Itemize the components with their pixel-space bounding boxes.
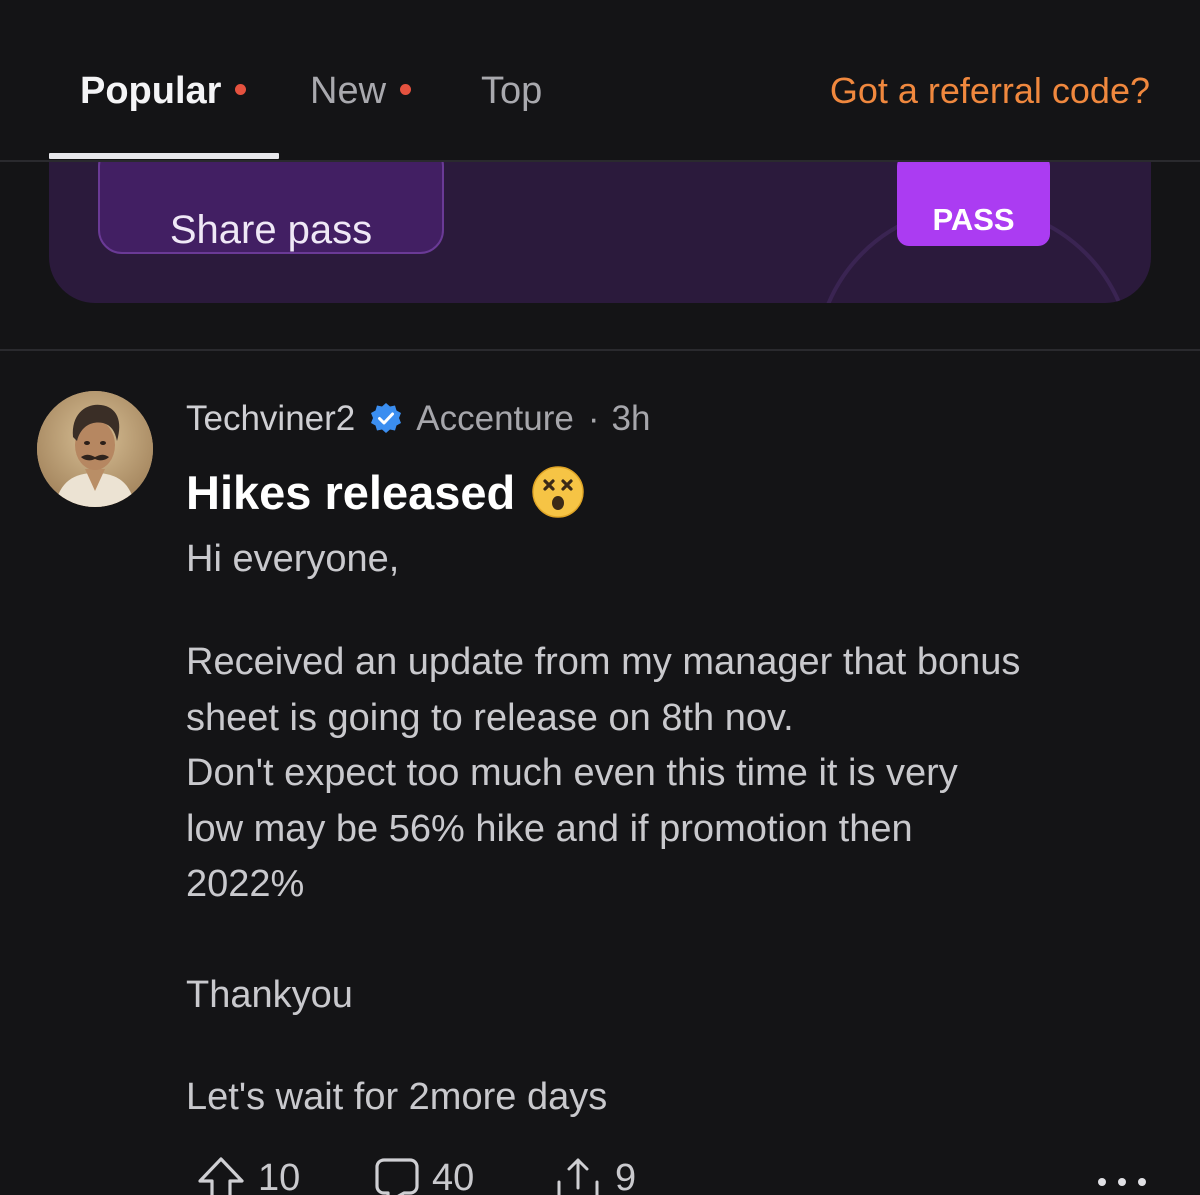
post-title-text: Hikes released <box>186 465 516 519</box>
comment-bubble-icon <box>375 1158 419 1195</box>
post-body-closing: Let's wait for 2more days <box>186 1076 608 1118</box>
feed-tabs: Popular New Top Got a referral code? <box>0 0 1200 162</box>
section-divider <box>0 349 1200 351</box>
company-name[interactable]: Accenture <box>416 399 574 439</box>
dizzy-face-emoji-icon <box>532 466 584 518</box>
post-body-main: Received an update from my manager that … <box>186 641 1021 905</box>
avatar[interactable] <box>37 391 153 507</box>
share-pass-label: Share pass <box>169 207 373 252</box>
verified-badge-icon <box>371 403 402 433</box>
author-name[interactable]: Techviner2 <box>186 399 355 439</box>
tab-popular-label: Popular <box>80 69 222 112</box>
post-body-greeting: Hi everyone, <box>186 538 400 580</box>
comment-count: 40 <box>432 1156 475 1195</box>
comment-button[interactable]: 40 <box>374 1156 474 1195</box>
tabs-divider <box>0 160 1200 162</box>
tab-popular[interactable]: Popular <box>80 66 247 116</box>
tab-top-label: Top <box>481 69 543 112</box>
post-time: 3h <box>611 399 651 438</box>
more-dot-icon <box>1098 1178 1106 1186</box>
upvote-arrow-icon <box>198 1157 244 1195</box>
share-button[interactable]: 9 <box>553 1156 636 1195</box>
meta-separator: · <box>587 399 600 438</box>
referral-code-link[interactable]: Got a referral code? <box>830 66 1150 116</box>
more-dot-icon <box>1138 1178 1146 1186</box>
pass-badge: PASS <box>897 154 1050 246</box>
upvote-button[interactable]: 10 <box>196 1156 300 1195</box>
more-options-button[interactable] <box>1098 1178 1146 1192</box>
post-title[interactable]: Hikes released <box>186 460 585 524</box>
share-icon <box>557 1158 599 1195</box>
tab-new-label: New <box>310 69 387 112</box>
active-tab-indicator <box>49 153 279 159</box>
tab-new-unread-dot <box>400 83 412 95</box>
upvote-count: 10 <box>258 1156 301 1195</box>
share-count: 9 <box>615 1156 637 1195</box>
pass-badge-label: PASS <box>932 202 1015 237</box>
tab-top[interactable]: Top <box>481 66 542 116</box>
post-body-thanks: Thankyou <box>186 974 353 1016</box>
post-actions: 10 40 9 <box>0 1150 1200 1195</box>
post-meta: Techviner2 Accenture · 3h <box>186 394 650 444</box>
tab-new[interactable]: New <box>310 66 412 116</box>
avatar-portrait-image <box>37 391 153 507</box>
more-dot-icon <box>1118 1178 1126 1186</box>
tab-popular-unread-dot <box>235 83 247 95</box>
